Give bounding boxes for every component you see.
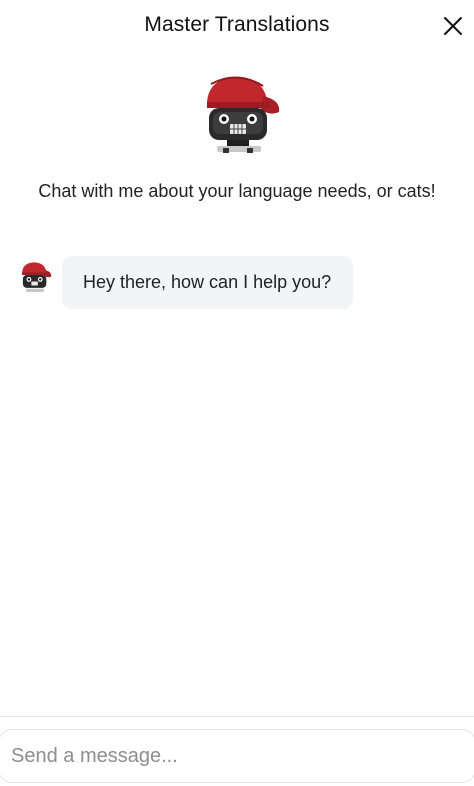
- message-row: Hey there, how can I help you?: [0, 256, 474, 310]
- message-composer: [0, 716, 474, 786]
- page-title: Master Translations: [144, 13, 330, 36]
- close-icon: [444, 17, 462, 35]
- chat-header: Master Translations: [0, 0, 474, 52]
- close-button[interactable]: [441, 14, 465, 38]
- message-text: Hey there, how can I help you?: [83, 272, 332, 292]
- bot-avatar-large: [197, 72, 281, 154]
- bot-avatar-small: [18, 260, 52, 294]
- intro-text: Chat with me about your language needs, …: [38, 181, 436, 201]
- message-input[interactable]: [0, 729, 474, 783]
- bot-message-bubble: Hey there, how can I help you?: [62, 256, 353, 309]
